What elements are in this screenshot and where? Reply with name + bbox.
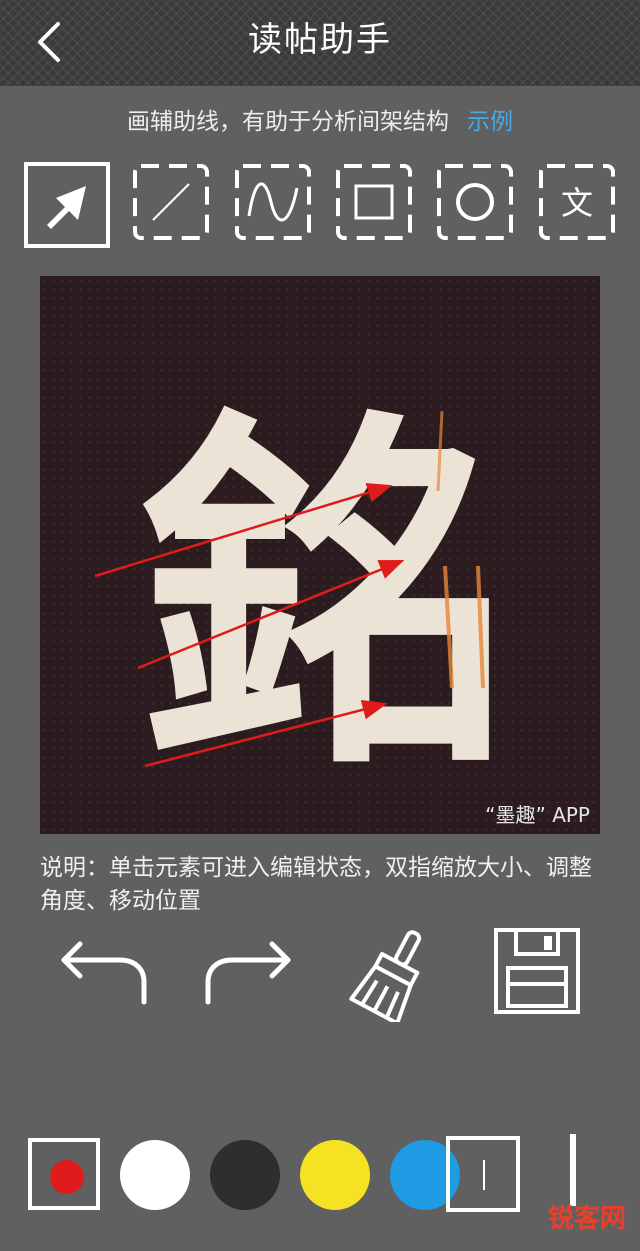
color-swatch-black[interactable]: [210, 1140, 280, 1210]
circle-icon: [437, 164, 513, 240]
diagonal-line-icon: [133, 164, 209, 240]
color-swatch-yellow[interactable]: [300, 1140, 370, 1210]
selected-color-swatch[interactable]: [28, 1138, 100, 1210]
example-link[interactable]: 示例: [467, 109, 513, 135]
instructions-text: 说明：单击元素可进入编辑状态，双指缩放大小、调整角度、移动位置: [40, 855, 592, 914]
text-tool[interactable]: 文: [537, 162, 623, 248]
undo-arrow-icon: [61, 941, 147, 1005]
redo-button[interactable]: [200, 934, 296, 1006]
stroke-width-thin-button[interactable]: [446, 1136, 520, 1212]
text-tool-glyph: 文: [561, 184, 593, 222]
circle-tool[interactable]: [435, 162, 521, 248]
undo-button[interactable]: [56, 934, 152, 1006]
rectangle-tool[interactable]: [334, 162, 420, 248]
page-title: 读帖助手: [248, 20, 392, 60]
calligraphy-character: 銘: [139, 380, 509, 814]
brand-logo: 锐客网: [547, 1204, 626, 1234]
arrow-select-icon: [24, 162, 110, 248]
hint-text: 画辅助线，有助于分析间架结构: [127, 109, 449, 135]
stroke-width-thick-button[interactable]: [570, 1134, 576, 1206]
curve-tool[interactable]: [233, 162, 319, 248]
floppy-disk-icon: [494, 928, 580, 1014]
line-tool[interactable]: [131, 162, 217, 248]
selected-color-dot: [50, 1160, 84, 1194]
color-swatch-white[interactable]: [120, 1140, 190, 1210]
select-tool[interactable]: [24, 162, 110, 248]
wave-curve-icon: [235, 164, 311, 240]
save-button[interactable]: [494, 928, 580, 1014]
broom-icon: [349, 930, 422, 1022]
app-header: 读帖助手: [0, 0, 640, 86]
app-watermark: “墨趣” APP: [485, 803, 590, 827]
hint-bar: 画辅助线，有助于分析间架结构 示例: [0, 104, 640, 140]
rectangle-icon: [336, 164, 412, 240]
thin-stroke-icon: [483, 1160, 485, 1190]
calligraphy-image: 銘: [94, 380, 509, 814]
clear-button[interactable]: [346, 926, 442, 1022]
calligraphy-canvas[interactable]: 銘 “墨趣” APP: [40, 276, 600, 834]
redo-arrow-icon: [205, 941, 291, 1005]
text-icon: 文: [539, 164, 615, 240]
